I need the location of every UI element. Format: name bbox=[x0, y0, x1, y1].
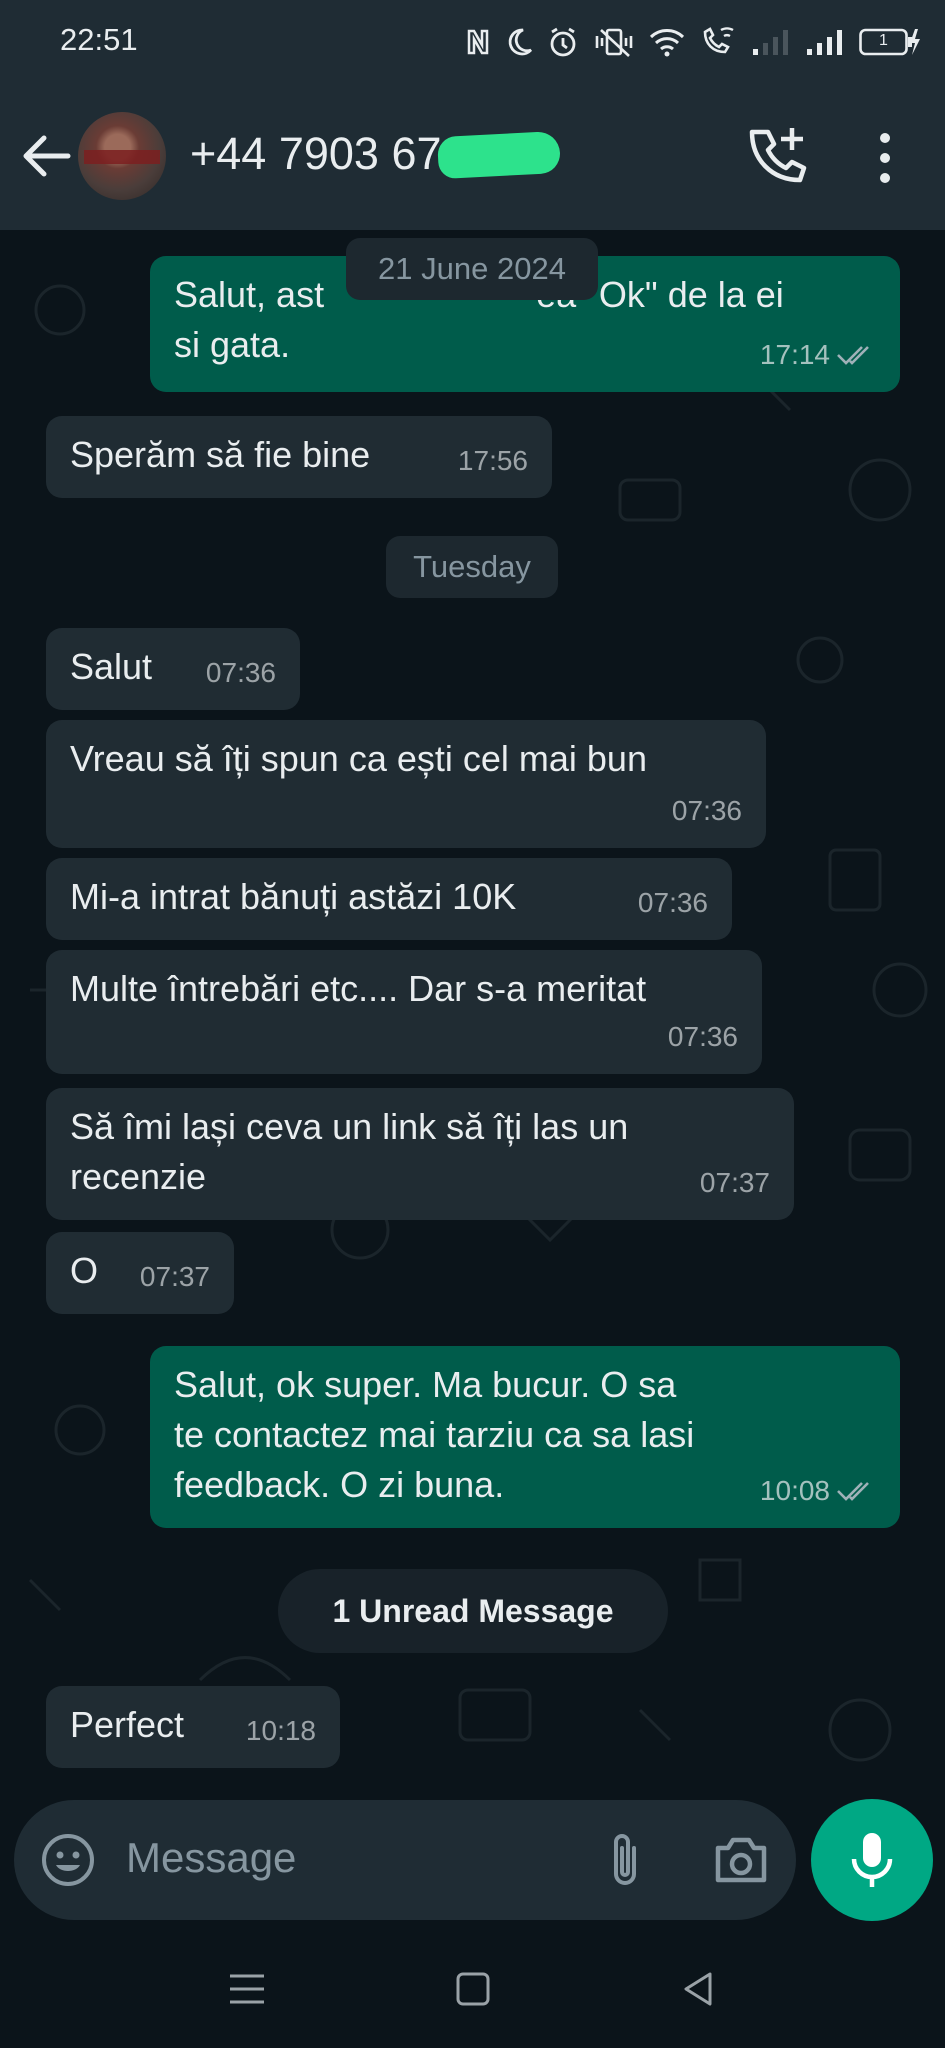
system-nav-bar bbox=[0, 1930, 945, 2048]
camera-icon[interactable] bbox=[712, 1834, 770, 1886]
battery-level: 1 bbox=[879, 32, 888, 49]
home-icon[interactable] bbox=[450, 1966, 496, 2012]
add-call-icon[interactable] bbox=[746, 124, 810, 188]
emoji-icon[interactable] bbox=[40, 1832, 96, 1888]
mic-icon bbox=[851, 1833, 893, 1887]
message-text: Multe întrebări etc.... Dar s-a meritat bbox=[70, 968, 647, 1009]
message-incoming[interactable]: Mi-a intrat bănuți astăzi 10K 07:36 bbox=[46, 858, 732, 940]
message-time: 07:36 bbox=[667, 1021, 738, 1052]
recents-menu-icon[interactable] bbox=[224, 1966, 270, 2012]
message-outgoing[interactable]: Salut, ok super. Ma bucur. O sa te conta… bbox=[150, 1346, 900, 1528]
message-incoming[interactable]: Sperăm să fie bine 17:56 bbox=[46, 416, 552, 498]
battery-icon: 1 bbox=[859, 27, 921, 57]
message-list[interactable]: Salut, ast ea "Ok" de la ei si gata. 17:14… bbox=[0, 230, 945, 1800]
message-time: 07:36 bbox=[637, 887, 708, 918]
contact-avatar[interactable] bbox=[78, 112, 166, 200]
message-incoming[interactable]: Vreau să îți spun ca ești cel mai bun 07… bbox=[46, 720, 766, 848]
attach-icon[interactable] bbox=[600, 1830, 650, 1890]
message-time: 07:37 bbox=[139, 1261, 210, 1292]
wifi-calling-icon bbox=[703, 27, 734, 54]
contact-title[interactable]: +44 7903 67 bbox=[190, 128, 442, 180]
more-options-icon[interactable] bbox=[870, 128, 900, 188]
read-receipt-icon bbox=[837, 1482, 869, 1501]
date-chip: Tuesday bbox=[386, 536, 558, 598]
message-text: Salut, ast bbox=[174, 274, 325, 315]
back-triangle-icon[interactable] bbox=[676, 1966, 722, 2012]
message-incoming[interactable]: Să îmi lași ceva un link să îți las un r… bbox=[46, 1088, 794, 1220]
message-text: si gata. bbox=[174, 324, 291, 365]
chat-header: +44 7903 67 bbox=[0, 84, 945, 230]
message-text: Vreau să îți spun ca ești cel mai bun bbox=[70, 738, 647, 779]
wifi-icon bbox=[649, 29, 685, 57]
message-text: Să îmi lași ceva un link să îți las un r… bbox=[70, 1106, 629, 1197]
signal-1-icon bbox=[753, 30, 788, 55]
message-incoming[interactable]: Multe întrebări etc.... Dar s-a meritat … bbox=[46, 950, 762, 1074]
message-time: 07:36 bbox=[671, 795, 742, 826]
redaction-mark bbox=[436, 130, 562, 180]
nfc-icon bbox=[467, 29, 489, 55]
status-bar: 22:51 1 bbox=[0, 0, 945, 84]
message-incoming[interactable]: Salut 07:36 bbox=[46, 628, 300, 710]
message-incoming[interactable]: Perfect 10:18 bbox=[46, 1686, 340, 1768]
alarm-icon bbox=[550, 27, 576, 57]
message-incoming[interactable]: O 07:37 bbox=[46, 1232, 234, 1314]
voice-message-button[interactable] bbox=[811, 1799, 933, 1921]
do-not-disturb-moon-icon bbox=[508, 28, 533, 56]
message-input[interactable]: Message bbox=[126, 1834, 296, 1882]
message-composer[interactable]: Message bbox=[14, 1800, 796, 1920]
status-icons: 1 bbox=[465, 22, 921, 62]
date-chip: 21 June 2024 bbox=[346, 238, 598, 300]
back-arrow-icon[interactable] bbox=[16, 126, 76, 186]
message-time: 10:08 bbox=[759, 1475, 830, 1506]
message-text: Mi-a intrat bănuți astăzi 10K bbox=[70, 876, 517, 917]
vibrate-off-icon bbox=[595, 28, 633, 57]
status-time: 22:51 bbox=[60, 22, 138, 57]
message-time: 17:14 bbox=[759, 339, 830, 370]
message-time: 17:56 bbox=[457, 445, 528, 476]
message-time: 07:36 bbox=[205, 657, 276, 688]
message-time: 07:37 bbox=[699, 1167, 770, 1198]
unread-messages-banner: 1 Unread Message bbox=[278, 1569, 668, 1653]
signal-2-icon bbox=[807, 30, 842, 55]
message-time: 10:18 bbox=[245, 1715, 316, 1746]
read-receipt-icon bbox=[837, 346, 869, 365]
